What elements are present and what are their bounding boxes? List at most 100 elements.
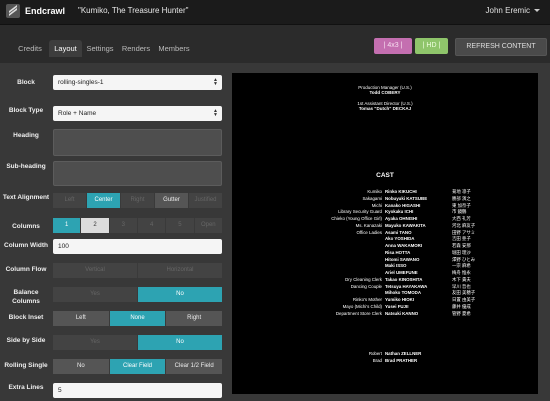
cast-name: Kanako HIGASHI [385,202,421,208]
cast-name: Takao KINOSHITA [385,276,423,282]
extra-lines-input[interactable]: 5 [53,383,222,398]
hd-button[interactable]: | HD | [415,38,448,54]
block-type-select[interactable]: Role + Name ▲ ▼ [53,106,222,121]
block-label: Block [17,79,35,86]
side-by-side-group: Yes No [53,335,222,350]
side-by-side-yes-button[interactable]: Yes [53,335,138,350]
credit-name: Nathan ZELLNER [385,351,422,356]
inset-left-button[interactable]: Left [53,311,110,326]
cast-kanji: 澤野 ひとみ [452,256,476,262]
cast-name: Maki ISSO [385,263,407,269]
rolling-no-button[interactable]: No [53,359,110,374]
heading-textarea[interactable] [53,129,222,156]
cast-heading: CAST [376,172,394,179]
tab-bar: Credits Layout Settings Renders Members … [0,25,550,63]
cast-role: Department Store Clerk [335,310,382,316]
columns-1-button[interactable]: 1 [53,218,82,233]
rolling-single-label: Rolling Single [4,362,48,369]
cast-name: Natsuki KANNO [385,310,419,316]
tab-renders[interactable]: Renders [119,40,153,57]
credit-name: Tomas "Dutch" DECKAJ [358,106,412,111]
brand-name[interactable]: Endcrawl [25,6,65,16]
heading-label: Heading [13,132,39,139]
user-name: John Eremic [485,6,530,15]
balance-yes-button[interactable]: Yes [53,287,138,302]
align-gutter-button[interactable]: Gutter [155,193,189,208]
cast-name: Yusei FUJII [385,303,409,309]
text-alignment-group: Left Center Right Gutter Justified [53,193,222,208]
cast-role: Dry Cleaning Clerk [345,276,382,282]
columns-open-button[interactable]: Open [194,218,222,233]
rolling-clear-field-button[interactable]: Clear Field [109,359,167,374]
cast-kanji: 田野 アサミ [452,229,476,235]
subheading-textarea[interactable] [53,161,222,186]
cast-name: Tetsuya HAYAKAWA [385,283,428,289]
cast-name: Kyokaku ICHI [385,209,414,215]
block-type-select-value: Role + Name [58,110,97,117]
column-width-label: Column Width [4,242,48,249]
cast-name: Mayuko KAWAKITA [385,222,426,228]
cast-kanji: 吉田 亜子 [452,236,471,242]
block-select-value: rolling-singles-1 [58,79,104,86]
cast-role: Ms. Kanazaki [355,222,382,228]
columns-5-button[interactable]: 5 [166,218,195,233]
inset-none-button[interactable]: None [109,311,167,326]
cast-kanji: 堀田 理沙 [452,249,471,255]
credit-role: Robert [368,351,382,356]
flow-vertical-button[interactable]: Vertical [53,263,138,278]
rolling-clear-half-field-button[interactable]: Clear 1/2 Field [166,359,223,374]
cast-kanji: 木下 貴夫 [452,276,471,282]
align-center-button[interactable]: Center [87,193,121,208]
cast-name: Nobuyuki KATSUBE [385,195,428,201]
project-title: "Kumiko, The Treasure Hunter" [78,6,189,15]
tab-credits[interactable]: Credits [14,40,46,57]
cast-name: Rinko KIKUCHI [385,189,417,194]
column-flow-label: Column Flow [5,266,47,273]
cast-kanji: 河北 麻友子 [452,222,476,228]
tab-settings[interactable]: Settings [84,40,116,57]
columns-2-button[interactable]: 2 [81,218,110,233]
credit-name: Brad PRATHER [385,358,418,363]
balance-no-button[interactable]: No [138,287,222,302]
side-by-side-label: Side by Side [6,337,46,344]
cast-name: Yumiko HIOKI [385,297,415,302]
cast-name: Ayaka OHNISHI [385,216,418,221]
tab-members[interactable]: Members [156,40,192,57]
align-right-button[interactable]: Right [121,193,155,208]
cast-role: Sakagami [362,195,382,201]
user-menu[interactable]: John Eremic [486,6,540,15]
align-left-button[interactable]: Left [53,193,87,208]
aspect-4x3-button[interactable]: | 4x3 | [374,38,412,54]
columns-group: 1 2 3 4 5 Open [53,218,222,233]
columns-label: Columns [12,223,40,230]
text-alignment-label: Text Alignment [2,194,50,201]
cast-role: Michi [371,202,382,208]
top-bar: Endcrawl "Kumiko, The Treasure Hunter" J… [0,0,550,25]
cast-kanji: 若森 安那 [452,243,471,248]
align-justified-button[interactable]: Justified [189,193,222,208]
cast-role: Dancing Couple [350,283,382,289]
side-by-side-no-button[interactable]: No [138,335,222,350]
cast-role: Chieko (Young Office Girl) [331,216,382,221]
column-flow-group: Vertical Horizontal [53,263,222,278]
flow-horizontal-button[interactable]: Horizontal [138,263,222,278]
cast-name: Anna WAKAMORI [385,243,423,248]
block-type-label: Block Type [8,107,44,114]
inset-right-button[interactable]: Right [166,311,223,326]
tab-layout[interactable]: Layout [49,40,82,57]
block-select[interactable]: rolling-singles-1 ▲ ▼ [53,75,222,90]
column-width-input[interactable]: 100 [53,239,222,254]
endcrawl-logo-icon[interactable] [6,4,20,18]
columns-3-button[interactable]: 3 [109,218,138,233]
refresh-content-button[interactable]: REFRESH CONTENT [455,38,547,56]
rolling-single-group: No Clear Field Clear 1/2 Field [53,359,223,374]
cast-kanji: 早川 哲也 [452,283,471,289]
cast-row: Department Store Clerk Natsuki KANNO 管野 夏希 [232,311,538,318]
cast-kanji: 友田 美穂子 [452,290,476,296]
balance-columns-group: Yes No [53,287,222,302]
cast-name: Mihoko TOMODA [385,290,422,296]
columns-4-button[interactable]: 4 [137,218,167,233]
cast-kanji: 菊地 凛子 [452,189,471,194]
cast-name: Risa HOTTA [385,249,411,255]
cast-kanji: 藤井 優成 [452,303,471,309]
